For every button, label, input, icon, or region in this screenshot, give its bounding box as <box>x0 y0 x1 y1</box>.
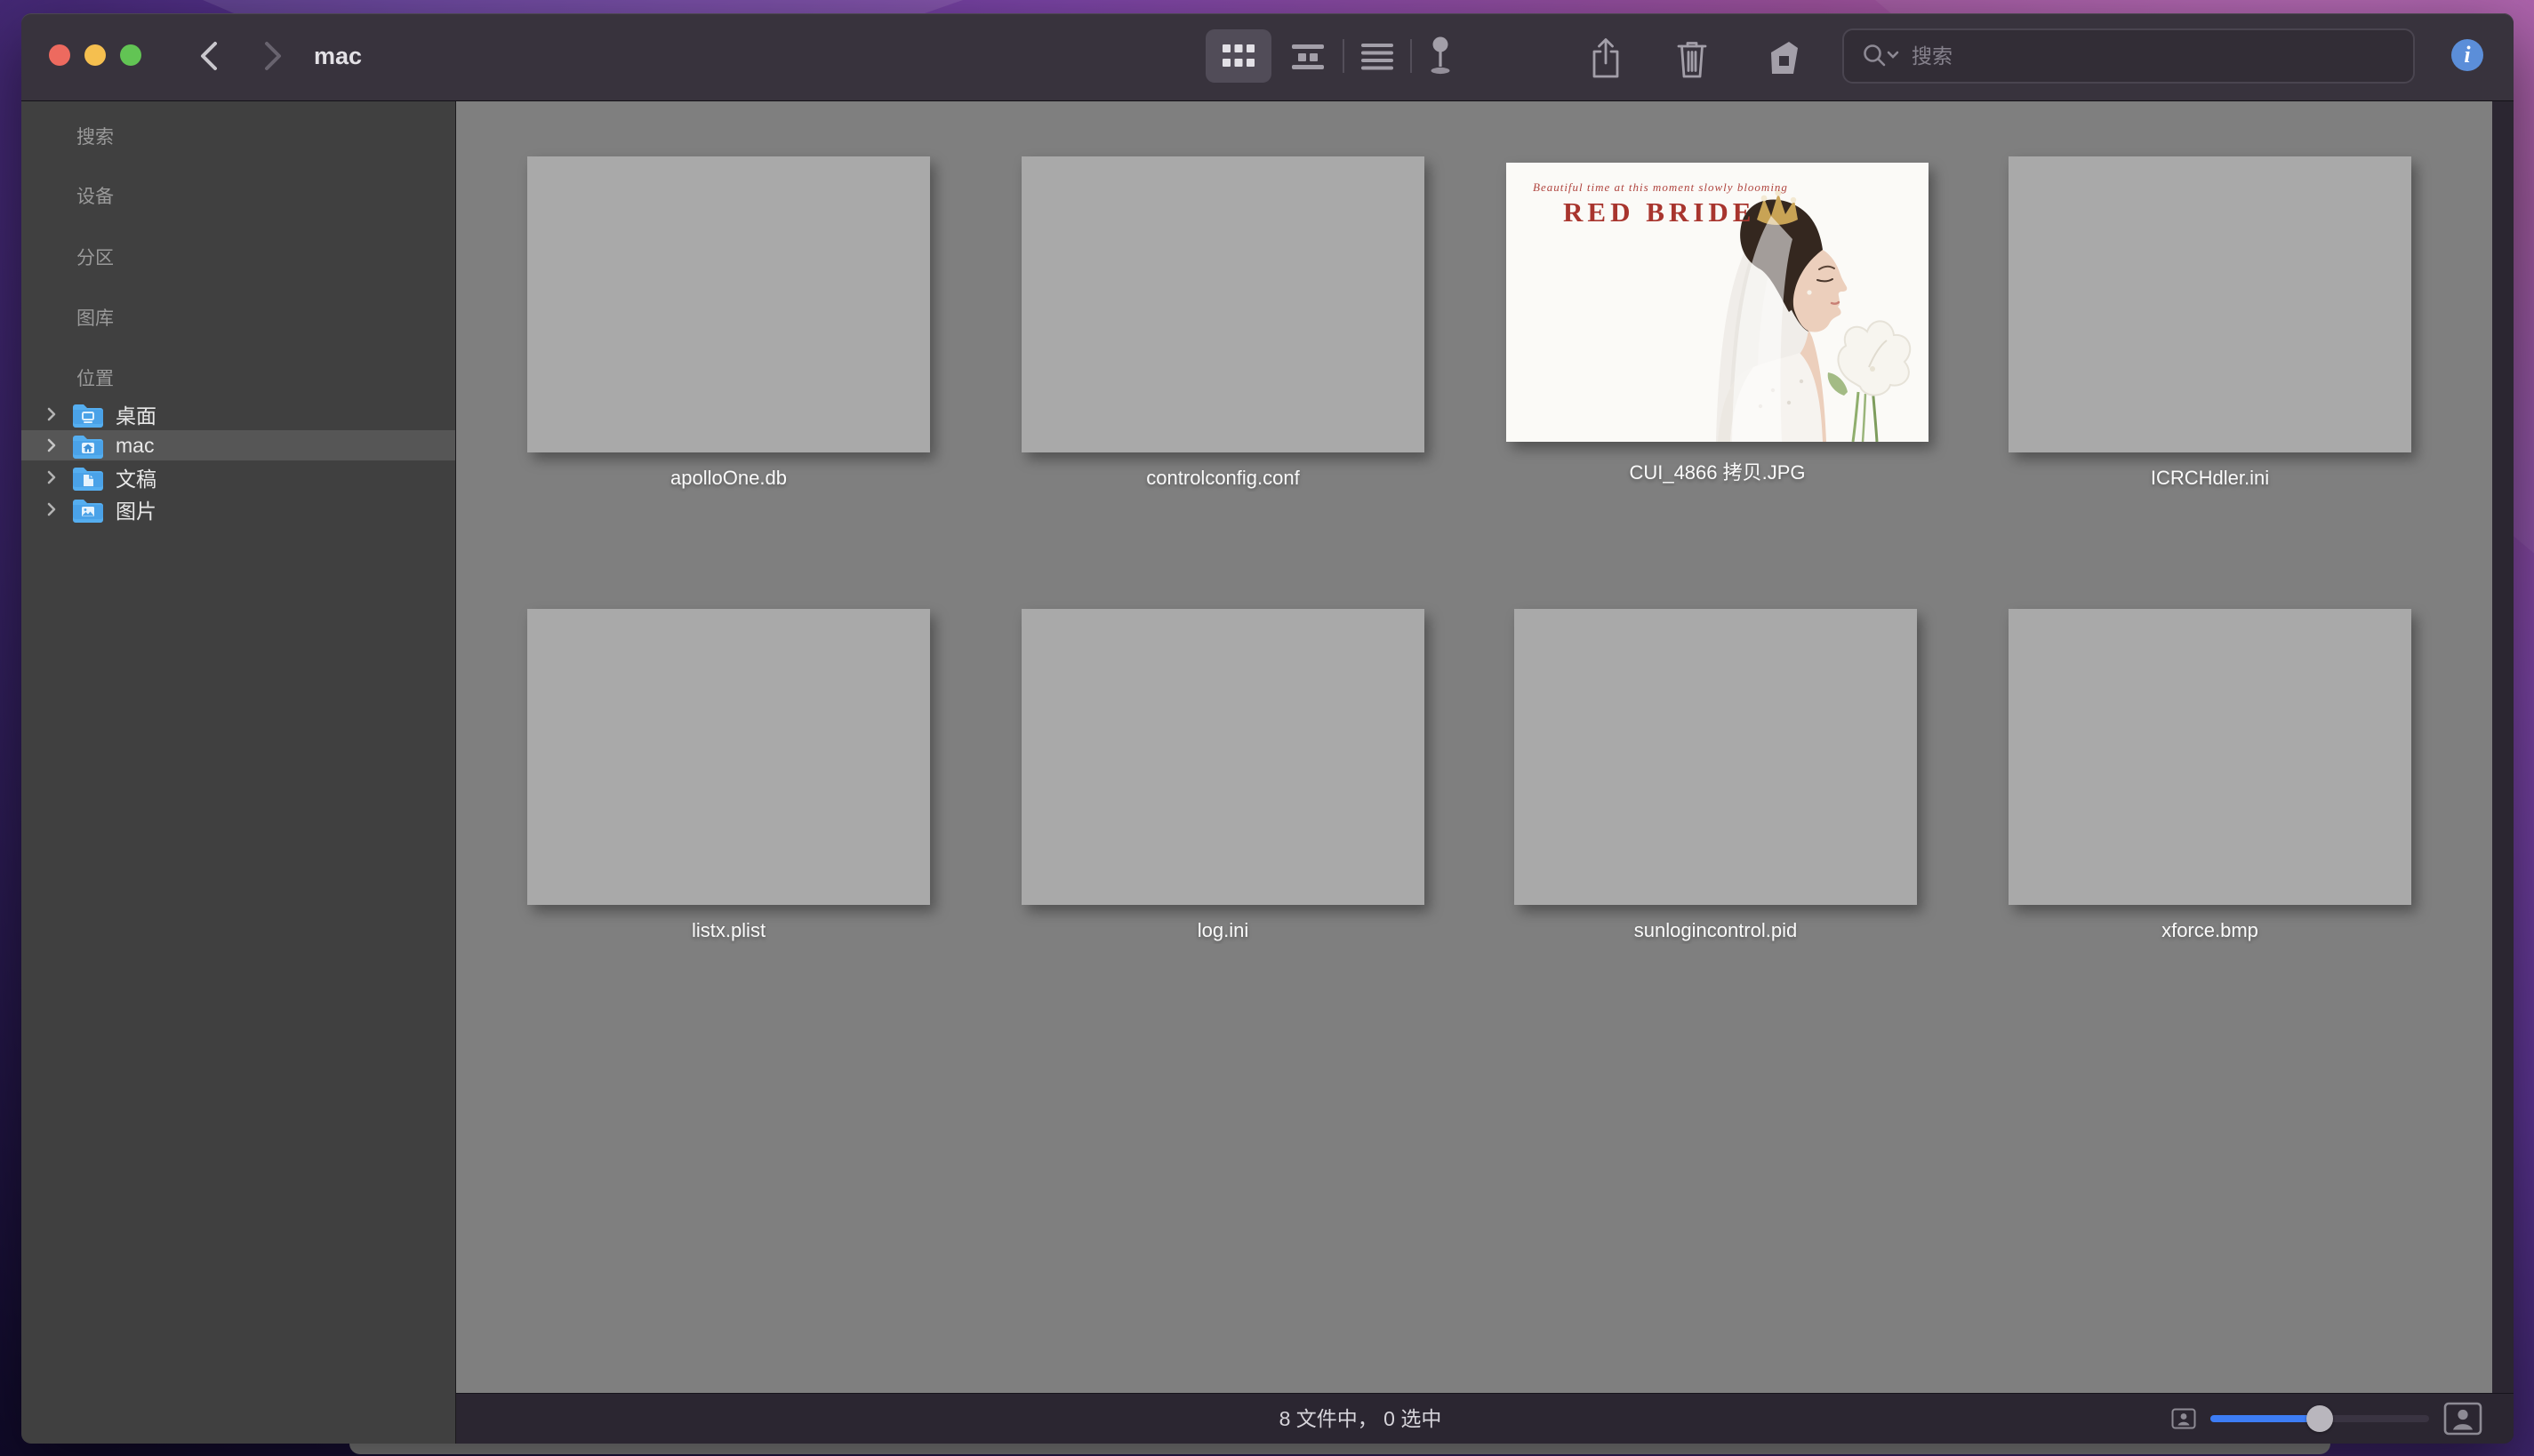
status-bar: 8 文件中， 0 选中 <box>456 1393 2514 1444</box>
disclosure-chevron-icon[interactable] <box>44 502 59 516</box>
sidebar-item-mac[interactable]: mac <box>21 430 455 460</box>
archive-button[interactable] <box>1764 39 1801 76</box>
toolbar-separator <box>1343 39 1344 73</box>
file-name[interactable]: xforce.bmp <box>2009 917 2411 944</box>
sidebar-item-documents[interactable]: 文稿 <box>21 462 455 492</box>
file-thumbnail[interactable] <box>1022 609 1424 905</box>
gallery-icon <box>1290 41 1326 71</box>
file-name[interactable]: apolloOne.db <box>527 465 930 492</box>
list-icon <box>1361 42 1393 70</box>
file-thumbnail[interactable] <box>2009 156 2411 452</box>
sidebar-item-label: 桌面 <box>116 399 156 429</box>
search-icon <box>1862 43 1901 69</box>
file-thumbnail[interactable] <box>527 156 930 452</box>
sidebar-section-gallery: 图库 <box>76 308 114 331</box>
file-manager-window: mac <box>21 13 2514 1444</box>
desktop-folder-icon <box>71 401 105 428</box>
forward-button[interactable] <box>260 38 286 74</box>
sidebar-item-label: 文稿 <box>116 462 156 492</box>
back-button[interactable] <box>196 38 222 74</box>
home-folder-icon <box>71 432 105 459</box>
disclosure-chevron-icon[interactable] <box>44 407 59 421</box>
chevron-right-icon <box>260 38 286 74</box>
zoom-button[interactable] <box>120 44 141 66</box>
thumbnail-zoom-slider <box>2171 1394 2482 1444</box>
file-name[interactable]: log.ini <box>1022 917 1424 944</box>
disclosure-chevron-icon[interactable] <box>44 438 59 452</box>
trash-icon <box>1676 36 1708 79</box>
file-thumbnail[interactable] <box>527 609 930 905</box>
file-name[interactable]: controlconfig.conf <box>1022 465 1424 492</box>
red-bride-script: Beautiful time at this moment slowly blo… <box>1533 180 1826 195</box>
sidebar-section-search: 搜索 <box>76 126 114 149</box>
file-name[interactable]: sunlogincontrol.pid <box>1514 917 1917 944</box>
grid-icon <box>1221 42 1256 70</box>
file-grid: Beautiful time at this moment slowly blo… <box>456 101 2492 1393</box>
window-title: mac <box>314 43 362 70</box>
sidebar: 搜索 设备 分区 图库 位置 桌面 <box>21 101 456 1444</box>
chevron-left-icon <box>196 38 222 74</box>
file-thumbnail[interactable] <box>1022 156 1424 452</box>
slider-thumb[interactable] <box>2306 1405 2333 1432</box>
sidebar-section-devices: 设备 <box>76 186 114 209</box>
file-name[interactable]: listx.plist <box>527 917 930 944</box>
traffic-lights <box>49 44 141 66</box>
toolbar: mac <box>21 13 2514 101</box>
file-name[interactable]: ICRCHdler.ini <box>2009 465 2411 492</box>
info-button[interactable]: i <box>2451 39 2483 71</box>
close-button[interactable] <box>49 44 70 66</box>
slider-track[interactable] <box>2210 1415 2429 1422</box>
sidebar-item-pictures[interactable]: 图片 <box>21 494 455 524</box>
file-thumbnail[interactable] <box>1514 609 1917 905</box>
red-bride-title: RED BRIDE <box>1563 196 1755 228</box>
search-input[interactable] <box>1910 44 2413 69</box>
search-field[interactable] <box>1842 28 2415 84</box>
info-glyph: i <box>2464 42 2470 68</box>
sidebar-item-desktop[interactable]: 桌面 <box>21 399 455 429</box>
pictures-folder-icon <box>71 496 105 523</box>
gallery-view-button[interactable] <box>1290 29 1326 83</box>
view-mode-switcher <box>1206 29 1452 83</box>
file-name[interactable]: CUI_4866 拷贝.JPG <box>1516 460 1919 486</box>
icon-view-button[interactable] <box>1206 29 1271 83</box>
slider-fill <box>2210 1415 2320 1422</box>
share-icon <box>1589 36 1623 79</box>
sidebar-item-label: 图片 <box>116 494 156 524</box>
minimize-button[interactable] <box>84 44 106 66</box>
file-thumbnail-photo[interactable]: Beautiful time at this moment slowly blo… <box>1506 163 1929 442</box>
toolbar-separator <box>1410 39 1412 73</box>
disclosure-chevron-icon[interactable] <box>44 470 59 484</box>
share-button[interactable] <box>1589 36 1623 79</box>
documents-folder-icon <box>71 464 105 491</box>
file-thumbnail[interactable] <box>2009 609 2411 905</box>
trash-button[interactable] <box>1676 36 1708 79</box>
list-view-button[interactable] <box>1361 29 1393 83</box>
sidebar-section-locations: 位置 <box>76 368 114 391</box>
sidebar-item-label: mac <box>116 434 154 458</box>
sidebar-section-partitions: 分区 <box>76 247 114 270</box>
zoom-in-icon <box>2443 1402 2482 1436</box>
zoom-out-icon <box>2171 1408 2196 1429</box>
pin-view-button[interactable] <box>1429 29 1452 83</box>
pin-icon <box>1429 36 1452 76</box>
bag-icon <box>1764 39 1801 76</box>
